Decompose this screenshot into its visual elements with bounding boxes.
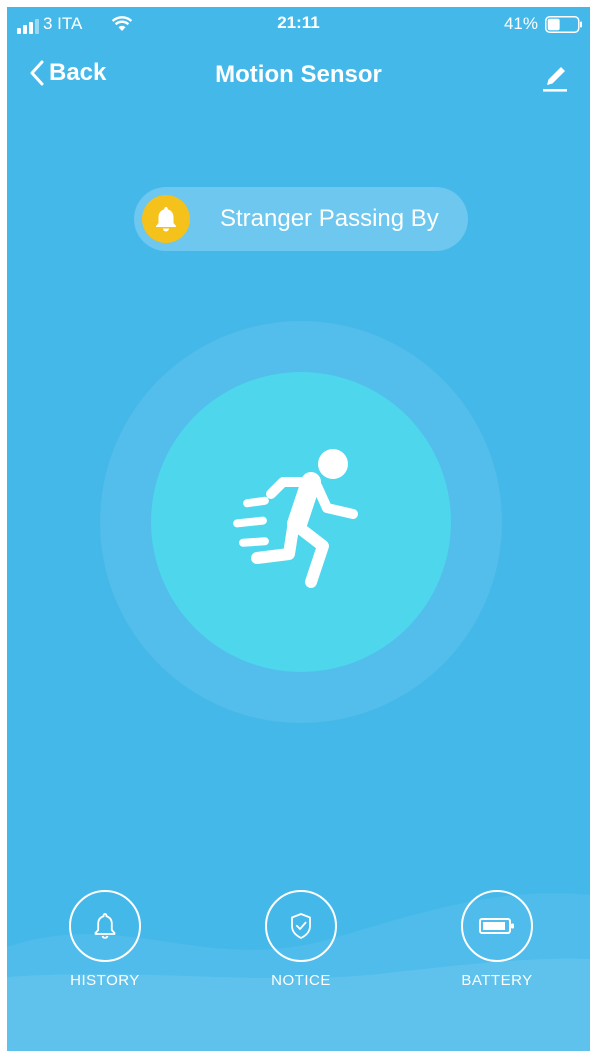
shield-check-icon: [291, 913, 311, 939]
bell-icon: [142, 195, 190, 243]
alert-status-text: Stranger Passing By: [220, 205, 439, 232]
running-person-icon: [233, 449, 358, 588]
history-label: HISTORY: [70, 972, 140, 989]
motion-sensor-screen: 3 ITA 21:11 41% Back Motion Sensor Stran…: [7, 7, 590, 1051]
status-battery-icon: [545, 16, 582, 33]
pencil-icon[interactable]: [537, 61, 571, 95]
notice-button[interactable]: NOTICE: [246, 890, 356, 989]
alert-status-pill: Stranger Passing By: [134, 187, 468, 251]
sensor-status-circle: [151, 372, 451, 672]
history-icon-circle: [69, 890, 141, 962]
battery-button[interactable]: BATTERY: [442, 890, 552, 989]
battery-percentage: 41%: [503, 14, 538, 33]
history-button[interactable]: HISTORY: [50, 890, 160, 989]
battery-icon-circle: [461, 890, 533, 962]
battery-icon: [479, 918, 514, 934]
notice-icon-circle: [265, 890, 337, 962]
notice-label: NOTICE: [271, 972, 331, 989]
battery-label: BATTERY: [461, 972, 533, 989]
bell-outline-icon: [94, 913, 116, 939]
status-time: 21:11: [277, 13, 320, 32]
status-bar: 3 ITA 21:11 41%: [7, 7, 590, 41]
page-title: Motion Sensor: [215, 61, 382, 88]
